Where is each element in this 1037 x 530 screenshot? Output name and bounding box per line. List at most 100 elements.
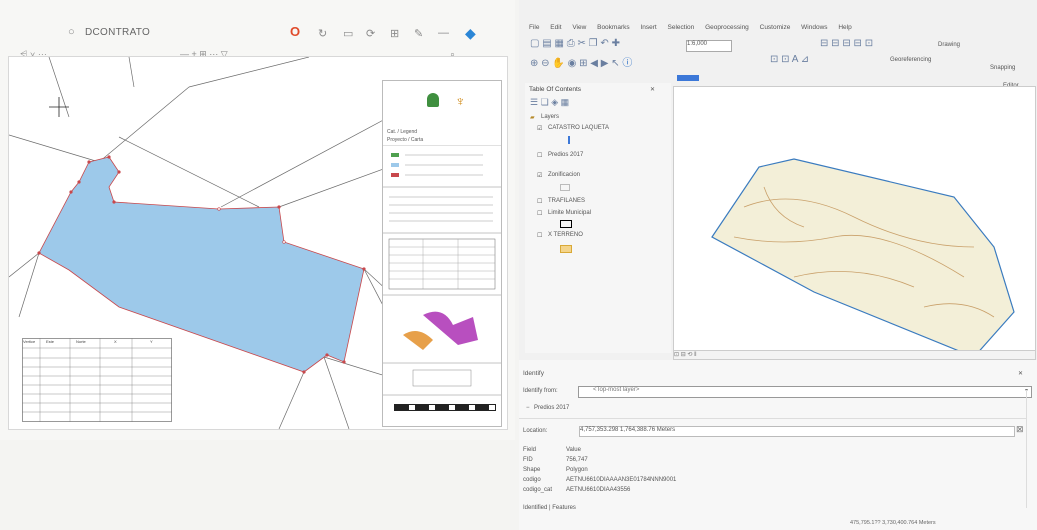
minus-icon[interactable]: — <box>438 27 449 39</box>
layout-tool-icon-5[interactable]: ⊡ <box>865 38 873 49</box>
coord-header-x: X <box>114 339 117 344</box>
full-extent-icon[interactable]: ◉ <box>568 58 577 69</box>
layout-tool-icon-4[interactable]: ⊟ <box>854 38 862 49</box>
toc-root-layers[interactable]: Layers <box>541 114 559 120</box>
save-icon[interactable]: ▦ <box>554 38 563 49</box>
zonificacion-symbol <box>560 184 570 191</box>
toc-layer-terreno[interactable]: X TERRENO <box>548 232 583 238</box>
window-icon[interactable]: ▭ <box>343 27 353 40</box>
georeferencing-dropdown[interactable]: Georeferencing <box>890 57 931 63</box>
arcmap-menubar: File Edit View Bookmarks Insert Selectio… <box>529 24 861 31</box>
toc-close-icon[interactable]: ✕ <box>650 86 655 93</box>
new-doc-icon[interactable]: ▢ <box>530 38 539 49</box>
drawing-dropdown[interactable]: Drawing <box>938 42 960 48</box>
add-data-icon[interactable]: ✚ <box>612 38 620 49</box>
toc-layer-check-6[interactable]: ☐ <box>537 232 542 239</box>
location-label: Location: <box>523 428 548 434</box>
location-options-icon[interactable]: ⊠ <box>1016 424 1024 435</box>
menu-insert[interactable]: Insert <box>640 24 656 31</box>
list-by-selection-icon[interactable]: ▦ <box>561 97 570 107</box>
pen-icon[interactable]: ✎ <box>414 27 423 40</box>
open-icon[interactable]: ▤ <box>542 38 551 49</box>
row-field-codigo: codigo <box>523 477 541 483</box>
identify-title: Identify <box>523 370 544 377</box>
menu-geoprocessing[interactable]: Geoprocessing <box>705 24 749 31</box>
toc-layer-zonificacion[interactable]: Zonificacion <box>548 172 580 178</box>
list-by-drawing-order-icon[interactable]: ☰ <box>530 97 538 107</box>
editor-tools-toolbar: ⊡ ⊡ A ⊿ <box>770 54 809 65</box>
layout-tool-icon-2[interactable]: ⊟ <box>831 38 839 49</box>
table-of-contents-panel <box>525 83 671 353</box>
menu-bookmarks[interactable]: Bookmarks <box>597 24 630 31</box>
identify-tree-expander[interactable]: − <box>526 405 530 411</box>
sync-icon[interactable]: ⟳ <box>366 27 375 40</box>
identify-tree-item[interactable]: Predios 2017 <box>534 405 569 411</box>
zoom-in-icon[interactable]: ⊕ <box>530 58 538 69</box>
edit-icon-1[interactable]: ⊡ <box>770 54 778 65</box>
field-header: Field <box>523 447 537 453</box>
toc-layer-limite[interactable]: Limite Municipal <box>548 210 591 216</box>
row-value-codigo-cat: AETNU6610DIAA43556 <box>566 487 631 493</box>
menu-help[interactable]: Help <box>838 24 851 31</box>
opera-icon[interactable]: O <box>290 24 300 39</box>
coord-header-y: Y <box>150 339 153 344</box>
undo-icon[interactable]: ↶ <box>600 38 608 49</box>
menu-customize[interactable]: Customize <box>760 24 791 31</box>
edit-icon-2[interactable]: ⊡ <box>781 54 789 65</box>
zoom-out-icon[interactable]: ⊖ <box>541 58 549 69</box>
toc-layer-check-4[interactable]: ☐ <box>537 198 542 205</box>
list-by-visibility-icon[interactable]: ◈ <box>551 97 558 107</box>
map-view-footer: ⊡ ⊟ ⟲ ‖ <box>674 350 1035 359</box>
pan-icon[interactable]: ✋ <box>552 58 564 69</box>
layout-tool-icon-1[interactable]: ⊟ <box>820 38 828 49</box>
toc-layer-trafilanes[interactable]: TRAFILANES <box>548 198 585 204</box>
toc-layer-check-1[interactable]: ☑ <box>537 125 542 132</box>
catastro-symbol <box>568 136 570 144</box>
toc-layer-predios[interactable]: Predios 2017 <box>548 152 583 158</box>
toc-layer-check-5[interactable]: ☐ <box>537 210 542 217</box>
identify-from-dropdown[interactable]: <Top-most layer> ▾ <box>578 386 1032 398</box>
data-view-icon[interactable]: ⊡ ⊟ ⟲ ‖ <box>674 352 697 358</box>
copy-icon[interactable]: ❐ <box>589 38 598 49</box>
layout-header-line2: Proyecto / Carta <box>387 137 424 143</box>
identify-divider <box>519 418 1027 419</box>
toc-layer-check-2[interactable]: ☐ <box>537 152 542 159</box>
menu-view[interactable]: View <box>572 24 586 31</box>
forward-icon[interactable]: ▶ <box>601 58 609 69</box>
toc-toolbar: ☰ ❏ ◈ ▦ <box>530 97 569 108</box>
value-header: Value <box>566 447 581 453</box>
refresh-icon[interactable]: ↻ <box>318 27 327 40</box>
edit-icon-4[interactable]: ⊿ <box>801 54 809 65</box>
menu-file[interactable]: File <box>529 24 539 31</box>
coordinate-table: Vertice Este Norte X Y <box>22 338 172 422</box>
layout-side-panel: ♆ Cat. / Legend Proyecto / Carta <box>382 80 502 427</box>
fixed-zoom-icon[interactable]: ⊞ <box>579 58 587 69</box>
edit-icon-3[interactable]: A <box>792 54 798 65</box>
edge-icon[interactable]: ◆ <box>465 25 476 42</box>
arcmap-data-view[interactable]: ⊡ ⊟ ⟲ ‖ <box>673 86 1036 360</box>
identify-icon[interactable]: ⓘ <box>622 58 632 69</box>
toc-layer-catastro[interactable]: CATASTRO LAQUETA <box>548 125 609 131</box>
snapping-dropdown[interactable]: Snapping <box>990 65 1015 71</box>
list-by-source-icon[interactable]: ❏ <box>541 97 549 107</box>
share-icon[interactable]: ⊞ <box>390 27 399 40</box>
cut-icon[interactable]: ✂ <box>577 38 585 49</box>
menu-edit[interactable]: Edit <box>550 24 561 31</box>
select-icon[interactable]: ↖ <box>611 58 619 69</box>
toc-layer-check-3[interactable]: ☑ <box>537 172 542 179</box>
circle-icon[interactable]: ○ <box>68 26 75 38</box>
back-icon[interactable]: ◀ <box>590 58 598 69</box>
identify-tabs[interactable]: Identified | Features <box>523 505 576 511</box>
row-value-codigo: AETNU6610DIAAAAN3E01784NNN9001 <box>566 477 677 483</box>
menu-windows[interactable]: Windows <box>801 24 827 31</box>
tree-logo-icon <box>427 93 439 107</box>
layout-tool-icon-3[interactable]: ⊟ <box>842 38 850 49</box>
parcel-overview-svg <box>711 158 1015 358</box>
coord-header-vertice: Vertice <box>23 339 36 344</box>
identify-scrollbar[interactable] <box>1026 390 1035 508</box>
print-icon[interactable]: ⎙ <box>567 38 575 49</box>
identify-close-icon[interactable]: ✕ <box>1018 370 1023 377</box>
scale-input[interactable]: 1:6,000 <box>686 40 732 52</box>
coordinate-table-grid <box>22 338 172 422</box>
menu-selection[interactable]: Selection <box>668 24 695 31</box>
